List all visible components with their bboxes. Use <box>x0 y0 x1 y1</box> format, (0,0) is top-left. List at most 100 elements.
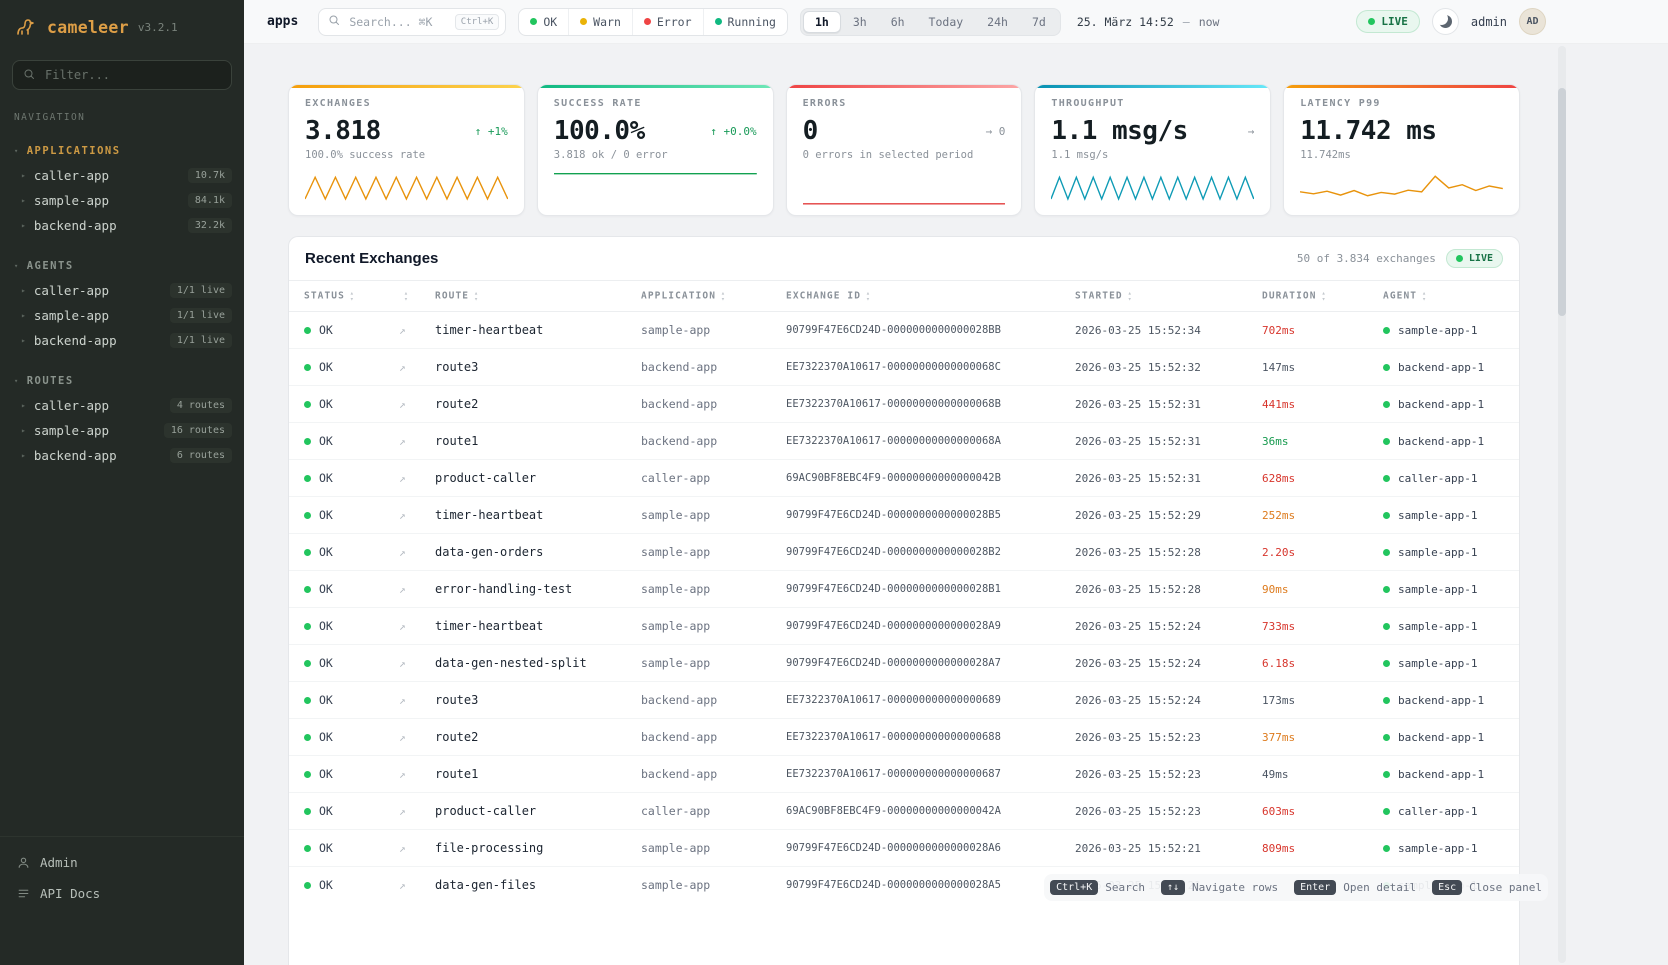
column-header-open[interactable]: ▴▾ <box>384 281 420 312</box>
duration-cell: 2.20s <box>1247 534 1368 571</box>
open-exchange-icon[interactable]: ↗ <box>399 435 406 448</box>
status-filter-running[interactable]: Running <box>703 9 787 35</box>
sidebar-item-admin[interactable]: Admin <box>0 847 244 878</box>
open-exchange-icon[interactable]: ↗ <box>399 731 406 744</box>
user-menu[interactable]: admin <box>1471 15 1507 29</box>
open-exchange-icon[interactable]: ↗ <box>399 472 406 485</box>
started-cell: 2026-03-25 15:52:32 <box>1060 349 1247 386</box>
column-header-route[interactable]: ROUTE▴▾ <box>420 281 626 312</box>
chevron-down-icon: ▾ <box>14 377 20 385</box>
sidebar-item-agents-caller-app[interactable]: ▸ caller-app 1/1 live <box>0 278 244 303</box>
status-filter-error[interactable]: Error <box>632 9 703 35</box>
open-exchange-icon[interactable]: ↗ <box>399 546 406 559</box>
sidebar-item-agents-sample-app[interactable]: ▸ sample-app 1/1 live <box>0 303 244 328</box>
exchange-row-timer-heartbeat-5[interactable]: OK ↗ timer-heartbeat sample-app 90799F47… <box>289 497 1519 534</box>
open-exchange-icon[interactable]: ↗ <box>399 879 406 892</box>
agent-dot <box>1383 549 1390 556</box>
main-area: apps Ctrl+K OK Warn Error Running 1 <box>244 0 1668 965</box>
route-cell: data-gen-files <box>420 867 626 904</box>
global-search[interactable]: Ctrl+K <box>318 8 506 36</box>
sidebar-item-routes-backend-app[interactable]: ▸ backend-app 6 routes <box>0 443 244 468</box>
scrollbar-thumb[interactable] <box>1558 88 1566 316</box>
column-header-status[interactable]: STATUS▴▾ <box>289 281 384 312</box>
footer-item-label: API Docs <box>40 886 100 901</box>
column-header-application[interactable]: APPLICATION▴▾ <box>626 281 771 312</box>
open-exchange-icon[interactable]: ↗ <box>399 583 406 596</box>
sidebar-item-label: backend-app <box>34 333 162 348</box>
sidebar-item-label: caller-app <box>34 283 162 298</box>
sidebar-item-api-docs[interactable]: API Docs <box>0 878 244 909</box>
exchange-row-error-handling-test-7[interactable]: OK ↗ error-handling-test sample-app 9079… <box>289 571 1519 608</box>
range-button-3h[interactable]: 3h <box>841 11 879 33</box>
route-cell: route2 <box>420 386 626 423</box>
table-live-indicator[interactable]: LIVE <box>1446 249 1503 268</box>
search-input[interactable] <box>347 14 447 30</box>
exchange-row-file-processing-14[interactable]: OK ↗ file-processing sample-app 90799F47… <box>289 830 1519 867</box>
theme-toggle-button[interactable] <box>1432 8 1459 35</box>
filter-input[interactable] <box>43 67 221 83</box>
application-cell: caller-app <box>626 460 771 497</box>
date-range-picker[interactable]: 25. März 14:52 — now <box>1077 15 1220 29</box>
exchange-row-timer-heartbeat-0[interactable]: OK ↗ timer-heartbeat sample-app 90799F47… <box>289 312 1519 349</box>
duration-cell: 49ms <box>1247 756 1368 793</box>
column-header-agent[interactable]: AGENT▴▾ <box>1368 281 1519 312</box>
column-header-duration[interactable]: DURATION▴▾ <box>1247 281 1368 312</box>
sidebar-item-routes-caller-app[interactable]: ▸ caller-app 4 routes <box>0 393 244 418</box>
application-cell: backend-app <box>626 349 771 386</box>
range-button-7d[interactable]: 7d <box>1020 11 1058 33</box>
exchange-row-data-gen-nested-split-9[interactable]: OK ↗ data-gen-nested-split sample-app 90… <box>289 645 1519 682</box>
status-ok-dot <box>304 327 311 334</box>
open-exchange-icon[interactable]: ↗ <box>399 842 406 855</box>
exchange-id-cell: EE7322370A10617-000000000000000687 <box>771 756 1060 793</box>
sidebar-item-label: backend-app <box>34 448 162 463</box>
sidebar-item-applications-sample-app[interactable]: ▸ sample-app 84.1k <box>0 188 244 213</box>
section-header-routes[interactable]: ▾ ROUTES <box>0 369 244 393</box>
range-button-24h[interactable]: 24h <box>975 11 1020 33</box>
live-indicator[interactable]: LIVE <box>1356 10 1420 33</box>
exchange-row-route1-12[interactable]: OK ↗ route1 backend-app EE7322370A10617-… <box>289 756 1519 793</box>
sidebar-item-routes-sample-app[interactable]: ▸ sample-app 16 routes <box>0 418 244 443</box>
app-logo[interactable]: cameleer v3.2.1 <box>0 0 244 46</box>
status-filter-warn[interactable]: Warn <box>568 9 632 35</box>
open-exchange-icon[interactable]: ↗ <box>399 620 406 633</box>
open-exchange-icon[interactable]: ↗ <box>399 509 406 522</box>
sidebar-item-applications-backend-app[interactable]: ▸ backend-app 32.2k <box>0 213 244 238</box>
exchange-row-data-gen-orders-6[interactable]: OK ↗ data-gen-orders sample-app 90799F47… <box>289 534 1519 571</box>
sidebar-footer: Admin API Docs <box>0 836 244 965</box>
open-exchange-icon[interactable]: ↗ <box>399 398 406 411</box>
status-filter-ok[interactable]: OK <box>519 9 568 35</box>
status-ok-dot <box>304 475 311 482</box>
open-exchange-icon[interactable]: ↗ <box>399 657 406 670</box>
sidebar-item-badge: 10.7k <box>188 168 232 183</box>
open-exchange-icon[interactable]: ↗ <box>399 805 406 818</box>
exchange-row-route2-11[interactable]: OK ↗ route2 backend-app EE7322370A10617-… <box>289 719 1519 756</box>
column-header-started[interactable]: STARTED▴▾ <box>1060 281 1247 312</box>
exchange-row-route2-2[interactable]: OK ↗ route2 backend-app EE7322370A10617-… <box>289 386 1519 423</box>
metric-subtitle: 11.742ms <box>1300 149 1503 161</box>
sidebar-item-label: backend-app <box>34 218 180 233</box>
status-filter-label: Warn <box>593 15 621 29</box>
application-cell: backend-app <box>626 719 771 756</box>
app-root: cameleer v3.2.1 NAVIGATION ▾ APPLICATION… <box>0 0 1668 965</box>
range-button-1h[interactable]: 1h <box>803 11 841 33</box>
exchange-row-product-caller-4[interactable]: OK ↗ product-caller caller-app 69AC90BF8… <box>289 460 1519 497</box>
exchange-row-route3-10[interactable]: OK ↗ route3 backend-app EE7322370A10617-… <box>289 682 1519 719</box>
open-exchange-icon[interactable]: ↗ <box>399 694 406 707</box>
section-header-agents[interactable]: ▾ AGENTS <box>0 254 244 278</box>
sidebar-item-applications-caller-app[interactable]: ▸ caller-app 10.7k <box>0 163 244 188</box>
exchange-row-route1-3[interactable]: OK ↗ route1 backend-app EE7322370A10617-… <box>289 423 1519 460</box>
section-header-applications[interactable]: ▾ APPLICATIONS <box>0 139 244 163</box>
range-button-today[interactable]: Today <box>917 11 976 33</box>
exchange-row-timer-heartbeat-8[interactable]: OK ↗ timer-heartbeat sample-app 90799F47… <box>289 608 1519 645</box>
sidebar-item-label: sample-app <box>34 308 162 323</box>
sidebar-item-agents-backend-app[interactable]: ▸ backend-app 1/1 live <box>0 328 244 353</box>
exchange-row-product-caller-13[interactable]: OK ↗ product-caller caller-app 69AC90BF8… <box>289 793 1519 830</box>
range-button-6h[interactable]: 6h <box>879 11 917 33</box>
open-exchange-icon[interactable]: ↗ <box>399 768 406 781</box>
route-cell: route2 <box>420 719 626 756</box>
column-header-exchange-id[interactable]: EXCHANGE ID▴▾ <box>771 281 1060 312</box>
open-exchange-icon[interactable]: ↗ <box>399 361 406 374</box>
open-exchange-icon[interactable]: ↗ <box>399 324 406 337</box>
exchange-row-route3-1[interactable]: OK ↗ route3 backend-app EE7322370A10617-… <box>289 349 1519 386</box>
avatar[interactable]: AD <box>1519 8 1546 35</box>
